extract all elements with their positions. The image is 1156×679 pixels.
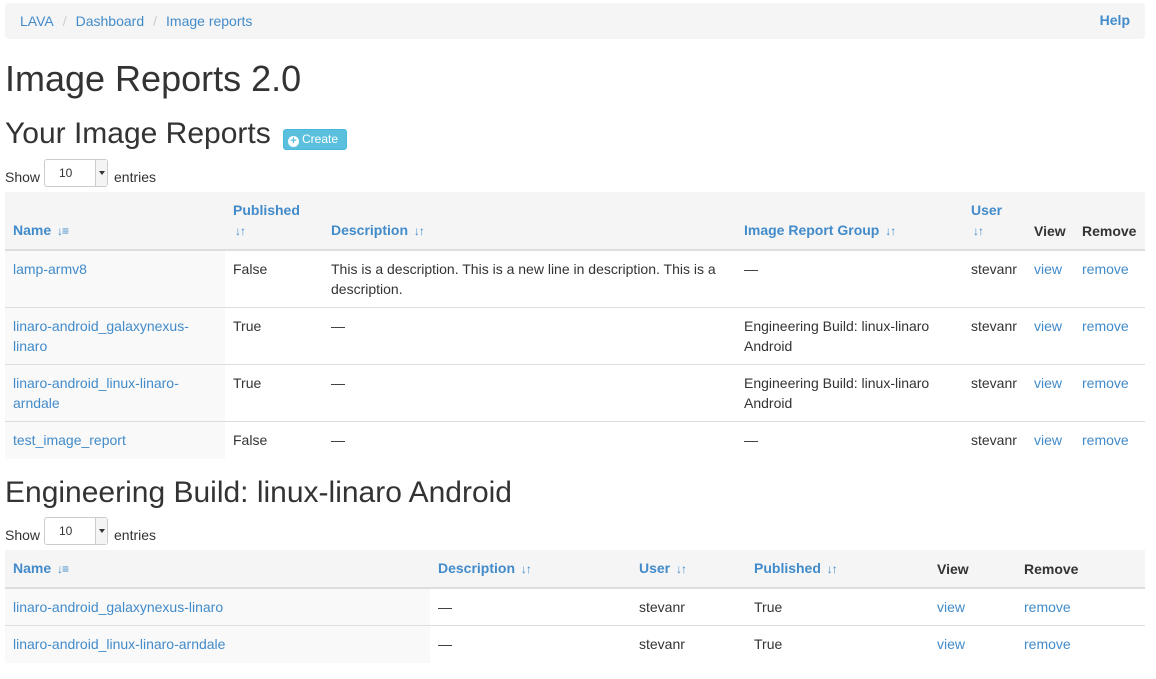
column-header-user[interactable]: User ↓↑ — [631, 550, 746, 589]
column-header-published[interactable]: Published ↓↑ — [225, 192, 323, 251]
help-link[interactable]: Help — [1100, 10, 1130, 30]
user-cell: stevanr — [963, 421, 1026, 459]
user-cell: stevanr — [963, 364, 1026, 422]
description-cell: — — [323, 364, 736, 422]
group-cell: — — [744, 261, 758, 277]
report-name-link[interactable]: test_image_report — [13, 432, 126, 448]
column-header-view: View — [929, 550, 1016, 589]
description-cell: — — [323, 421, 736, 459]
table-row: linaro-android_galaxynexus-linaro True —… — [5, 307, 1145, 365]
show-label: Show — [5, 527, 41, 543]
your-reports-table: Name ↓≡ Published ↓↑ Description ↓↑ Image… — [5, 192, 1145, 459]
entries-select-value: 10 — [59, 524, 73, 538]
description-cell: This is a description. This is a new lin… — [331, 261, 716, 297]
breadcrumb-separator: / — [153, 13, 158, 29]
breadcrumb-dashboard[interactable]: Dashboard — [76, 13, 145, 29]
caret-down-icon — [95, 518, 107, 544]
published-cell: False — [225, 421, 323, 459]
sort-both-icon: ↓↑ — [973, 224, 984, 238]
sort-both-icon: ↓↑ — [520, 562, 532, 576]
user-cell: stevanr — [639, 599, 685, 615]
breadcrumb-image-reports: Image reports — [166, 13, 253, 29]
breadcrumb-separator: / — [62, 13, 67, 29]
create-button[interactable]: + Create — [283, 129, 347, 150]
sort-ascending-icon: ↓≡ — [57, 562, 69, 576]
published-cell: True — [754, 599, 783, 615]
entries-select[interactable]: 10 — [44, 159, 108, 187]
report-name-link[interactable]: linaro-android_linux-linaro-arndale — [13, 636, 225, 652]
group-cell: Engineering Build: linux-linaro Android — [736, 364, 963, 422]
table-row: linaro-android_linux-linaro-arndale True… — [5, 364, 1145, 422]
published-cell: True — [746, 625, 929, 663]
view-link[interactable]: view — [1034, 318, 1062, 334]
report-name-link[interactable]: linaro-android_galaxynexus-linaro — [13, 318, 189, 354]
view-link[interactable]: view — [1034, 432, 1062, 448]
show-label: Show — [5, 169, 41, 185]
user-cell: stevanr — [963, 307, 1026, 365]
sort-ascending-icon: ↓≡ — [57, 224, 69, 238]
your-reports-title: Your Image Reports — [5, 117, 271, 150]
description-cell: — — [430, 625, 631, 663]
sort-both-icon: ↓↑ — [826, 562, 838, 576]
report-name-link[interactable]: lamp-armv8 — [13, 261, 87, 277]
table-row: test_image_report False — — stevanr view… — [5, 421, 1145, 459]
column-header-name[interactable]: Name ↓≡ — [5, 192, 225, 251]
plus-circle-icon: + — [288, 136, 299, 147]
column-header-description[interactable]: Description ↓↑ — [430, 550, 631, 589]
entries-label: entries — [114, 527, 157, 543]
published-cell: True — [225, 307, 323, 365]
remove-link[interactable]: remove — [1082, 375, 1129, 391]
group-cell: — — [736, 421, 963, 459]
remove-link[interactable]: remove — [1082, 432, 1129, 448]
breadcrumb-lava[interactable]: LAVA — [20, 13, 54, 29]
table-header-row: Name ↓≡ Description ↓↑ User ↓↑ Published… — [5, 550, 1145, 589]
group-section-title: Engineering Build: linux-linaro Android — [5, 476, 512, 509]
description-cell: — — [438, 599, 452, 615]
table-row: linaro-android_galaxynexus-linaro — stev… — [5, 588, 1145, 626]
remove-link[interactable]: remove — [1024, 636, 1071, 652]
user-cell: stevanr — [971, 261, 1017, 277]
view-link[interactable]: view — [1034, 375, 1062, 391]
table-header-row: Name ↓≡ Published ↓↑ Description ↓↑ Image… — [5, 192, 1145, 251]
sort-both-icon: ↓↑ — [676, 562, 687, 576]
entries-select-value: 10 — [59, 166, 73, 180]
report-name-link[interactable]: linaro-android_galaxynexus-linaro — [13, 599, 223, 615]
view-link[interactable]: view — [937, 599, 965, 615]
column-header-remove: Remove — [1016, 550, 1145, 589]
group-reports-table: Name ↓≡ Description ↓↑ User ↓↑ Published… — [5, 550, 1145, 663]
entries-select[interactable]: 10 — [44, 517, 108, 545]
breadcrumb: LAVA / Dashboard / Image reports Help — [5, 3, 1145, 39]
group-cell: Engineering Build: linux-linaro Android — [736, 307, 963, 365]
column-header-published[interactable]: Published ↓↑ — [746, 550, 929, 589]
remove-link[interactable]: remove — [1082, 318, 1129, 334]
description-cell: — — [323, 307, 736, 365]
column-header-remove: Remove — [1074, 192, 1145, 251]
create-button-label: Create — [302, 132, 339, 146]
column-header-group[interactable]: Image Report Group ↓↑ — [736, 192, 963, 251]
sort-both-icon: ↓↑ — [413, 224, 425, 238]
published-cell: True — [225, 364, 323, 422]
entries-label: entries — [114, 169, 157, 185]
remove-link[interactable]: remove — [1024, 599, 1071, 615]
user-cell: stevanr — [631, 625, 746, 663]
column-header-user[interactable]: User ↓↑ — [963, 192, 1026, 251]
column-header-name[interactable]: Name ↓≡ — [5, 550, 430, 589]
view-link[interactable]: view — [1034, 261, 1062, 277]
published-cell: False — [233, 261, 268, 277]
view-link[interactable]: view — [937, 636, 965, 652]
table-row: linaro-android_linux-linaro-arndale — st… — [5, 625, 1145, 663]
sort-both-icon: ↓↑ — [885, 224, 896, 238]
sort-both-icon: ↓↑ — [235, 224, 246, 238]
page-title: Image Reports 2.0 — [5, 58, 302, 99]
report-name-link[interactable]: linaro-android_linux-linaro-arndale — [13, 375, 179, 411]
column-header-view: View — [1026, 192, 1074, 251]
column-header-description[interactable]: Description ↓↑ — [323, 192, 736, 251]
table-row: lamp-armv8 False This is a description. … — [5, 250, 1145, 308]
caret-down-icon — [95, 160, 107, 186]
remove-link[interactable]: remove — [1082, 261, 1129, 277]
